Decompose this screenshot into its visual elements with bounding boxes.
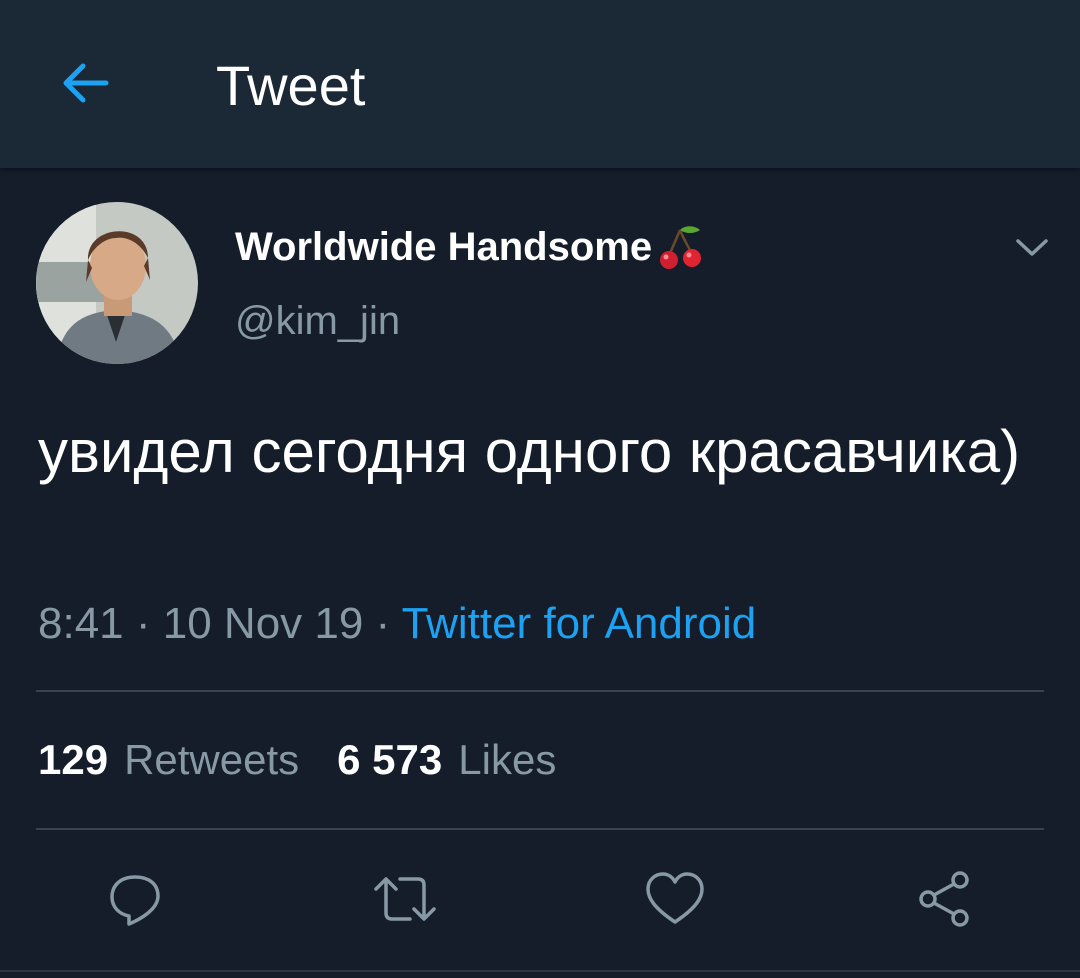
page-title: Tweet (216, 54, 366, 117)
likes-count: 6 573 (337, 736, 443, 783)
tweet-date: 10 Nov 19 (162, 599, 364, 648)
retweets-count: 129 (38, 736, 109, 783)
retweet-icon (374, 877, 436, 921)
retweets-stat[interactable]: 129 Retweets (38, 732, 299, 788)
tweet-text: увидел сегодня одного красавчика) (38, 418, 1021, 485)
author-handle[interactable]: @kim_jin (235, 296, 400, 346)
app-header: Tweet (0, 0, 1080, 168)
divider (0, 970, 1080, 972)
more-options-button[interactable] (1010, 226, 1054, 270)
tweet-stats: 129 Retweets 6 573 Likes (38, 732, 556, 788)
reply-icon (110, 875, 160, 926)
reply-button[interactable] (102, 866, 168, 932)
retweet-button[interactable] (372, 866, 438, 932)
author-display-name[interactable]: Worldwide Handsome (235, 222, 706, 272)
tweet-source-link[interactable]: Twitter for Android (402, 599, 757, 648)
share-icon (919, 871, 969, 927)
share-button[interactable] (912, 866, 978, 932)
divider (36, 690, 1044, 692)
chevron-down-icon (1016, 239, 1048, 256)
tweet-meta: 8:41 · 10 Nov 19 · Twitter for Android (38, 594, 756, 654)
like-button[interactable] (642, 866, 708, 932)
divider (36, 828, 1044, 830)
meta-separator: · (123, 599, 163, 648)
cherries-icon (660, 226, 702, 269)
heart-icon (646, 872, 704, 924)
tweet-time: 8:41 (38, 599, 124, 648)
avatar[interactable] (36, 202, 198, 364)
likes-stat[interactable]: 6 573 Likes (337, 732, 556, 788)
arrow-left-icon (63, 63, 109, 103)
back-button[interactable] (52, 50, 118, 116)
likes-label: Likes (458, 736, 557, 783)
display-name-text: Worldwide Handsome (235, 225, 653, 269)
retweets-label: Retweets (124, 736, 300, 783)
meta-separator: · (363, 599, 402, 648)
